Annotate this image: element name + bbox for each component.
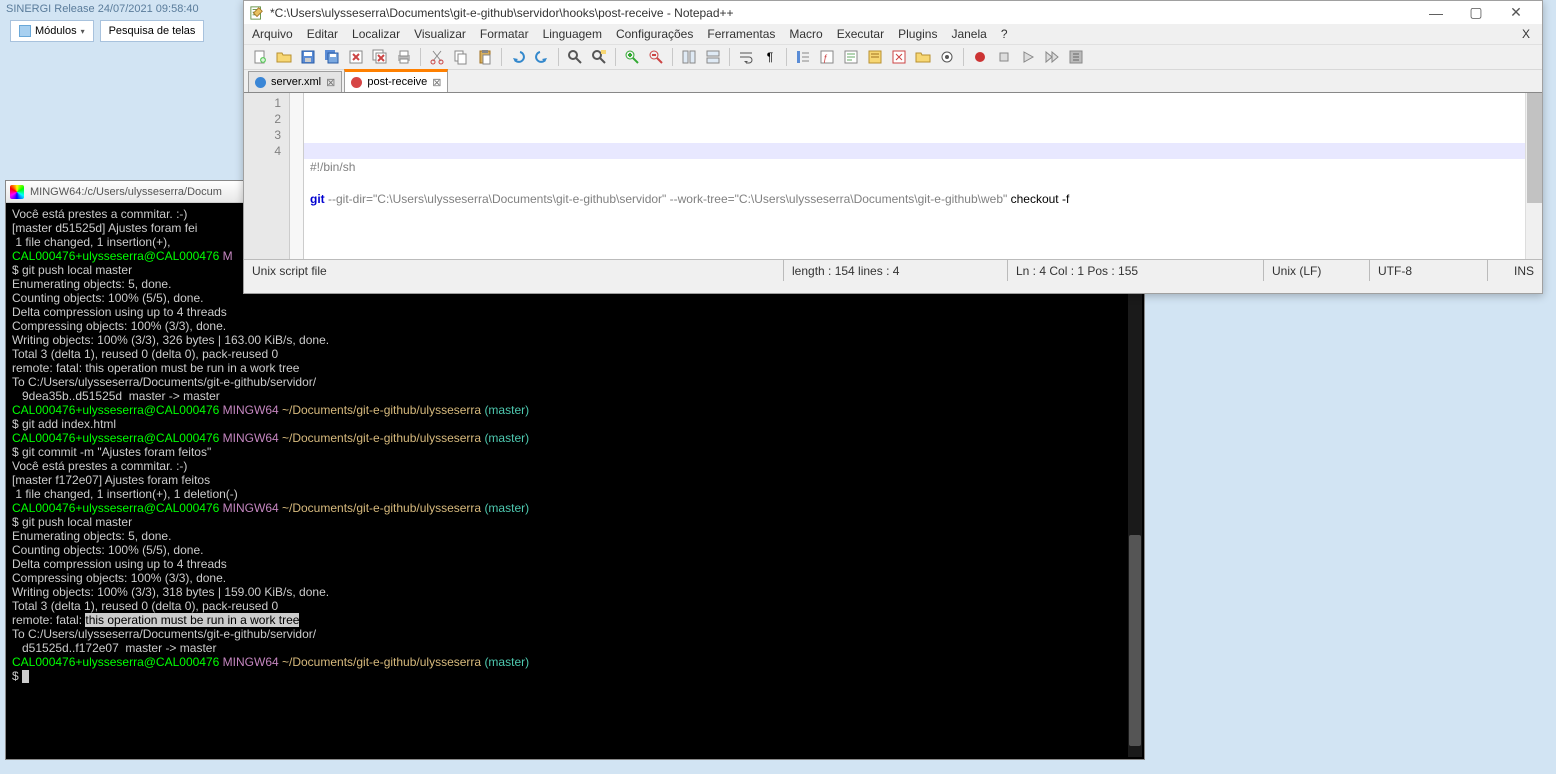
print-icon[interactable] [394, 47, 414, 67]
close-file-icon[interactable] [346, 47, 366, 67]
search-screens-button[interactable]: Pesquisa de telas [100, 20, 205, 42]
notepad-icon [250, 6, 264, 20]
folder-workspace-icon[interactable] [913, 47, 933, 67]
menu-editar[interactable]: Editar [307, 27, 338, 41]
modules-button[interactable]: Módulos▾ [10, 20, 94, 42]
notepad-titlebar[interactable]: *C:\Users\ulysseserra\Documents\git-e-gi… [244, 1, 1542, 24]
notepad-window: *C:\Users\ulysseserra\Documents\git-e-gi… [243, 0, 1543, 294]
menu-formatar[interactable]: Formatar [480, 27, 529, 41]
save-icon[interactable] [298, 47, 318, 67]
play-macro-icon[interactable] [1018, 47, 1038, 67]
menu-janela[interactable]: Janela [951, 27, 986, 41]
fold-margin[interactable] [290, 93, 304, 259]
close-button[interactable]: ✕ [1496, 2, 1536, 24]
editor: 1234 #!/bin/sh git --git-dir="C:\Users\u… [244, 93, 1542, 259]
minimize-button[interactable]: ― [1416, 2, 1456, 24]
menu-?[interactable]: ? [1001, 27, 1008, 41]
close-all-icon[interactable] [370, 47, 390, 67]
menu-configurações[interactable]: Configurações [616, 27, 693, 41]
find-icon[interactable] [565, 47, 585, 67]
file-status-icon [255, 77, 266, 88]
lang-icon[interactable]: ƒ [817, 47, 837, 67]
maximize-button[interactable]: ▢ [1456, 2, 1496, 24]
undo-icon[interactable] [508, 47, 528, 67]
record-macro-icon[interactable] [970, 47, 990, 67]
replace-icon[interactable] [589, 47, 609, 67]
tab-post-receive[interactable]: post-receive⊠ [344, 69, 448, 92]
line-gutter: 1234 [244, 93, 290, 259]
new-file-icon[interactable] [250, 47, 270, 67]
status-pos: Ln : 4 Col : 1 Pos : 155 [1008, 260, 1264, 281]
terminal-title-text: MINGW64:/c/Users/ulysseserra/Docum [30, 186, 222, 198]
code-area[interactable]: #!/bin/sh git --git-dir="C:\Users\ulysse… [304, 93, 1525, 259]
cut-icon[interactable] [427, 47, 447, 67]
fast-macro-icon[interactable] [1042, 47, 1062, 67]
indent-guide-icon[interactable] [793, 47, 813, 67]
menu-bar: Arquivo Editar Localizar Visualizar Formatar… [244, 24, 1542, 44]
tab-close-icon[interactable]: ⊠ [432, 76, 441, 89]
menu-visualizar[interactable]: Visualizar [414, 27, 466, 41]
background-toolbar: Módulos▾ Pesquisa de telas [10, 20, 204, 42]
status-filetype: Unix script file [244, 260, 784, 281]
tab-bar: server.xml⊠post-receive⊠ [244, 70, 1542, 93]
zoom-out-icon[interactable] [646, 47, 666, 67]
redo-icon[interactable] [532, 47, 552, 67]
editor-scrollbar[interactable] [1525, 93, 1542, 259]
menu-localizar[interactable]: Localizar [352, 27, 400, 41]
paste-icon[interactable] [475, 47, 495, 67]
menu-arquivo[interactable]: Arquivo [252, 27, 293, 41]
terminal-icon [10, 185, 24, 199]
menu-linguagem[interactable]: Linguagem [543, 27, 602, 41]
menu-macro[interactable]: Macro [789, 27, 822, 41]
folder-map-icon[interactable] [841, 47, 861, 67]
status-encoding: UTF-8 [1370, 260, 1488, 281]
save-all-icon[interactable] [322, 47, 342, 67]
sync-v-icon[interactable] [679, 47, 699, 67]
file-status-icon [351, 77, 362, 88]
menu-executar[interactable]: Executar [837, 27, 884, 41]
status-eol: Unix (LF) [1264, 260, 1370, 281]
doc-map-icon[interactable] [865, 47, 885, 67]
zoom-in-icon[interactable] [622, 47, 642, 67]
svg-text:ƒ: ƒ [823, 53, 828, 63]
tab-server.xml[interactable]: server.xml⊠ [248, 71, 342, 92]
background-app-title: SINERGI Release 24/07/2021 09:58:40 [0, 0, 240, 17]
sync-h-icon[interactable] [703, 47, 723, 67]
toolbar: ¶ ƒ [244, 44, 1542, 70]
status-insert: INS [1488, 260, 1542, 281]
open-file-icon[interactable] [274, 47, 294, 67]
menu-ferramentas[interactable]: Ferramentas [707, 27, 775, 41]
monitor-icon[interactable] [937, 47, 957, 67]
tab-close-icon[interactable]: ⊠ [326, 76, 335, 89]
copy-icon[interactable] [451, 47, 471, 67]
status-length: length : 154 lines : 4 [784, 260, 1008, 281]
menu-plugins[interactable]: Plugins [898, 27, 937, 41]
save-macro-icon[interactable] [1066, 47, 1086, 67]
func-list-icon[interactable] [889, 47, 909, 67]
wrap-icon[interactable] [736, 47, 756, 67]
menu-close-x[interactable]: X [1522, 27, 1534, 41]
stop-macro-icon[interactable] [994, 47, 1014, 67]
notepad-title-text: *C:\Users\ulysseserra\Documents\git-e-gi… [270, 6, 734, 20]
all-chars-icon[interactable]: ¶ [760, 47, 780, 67]
status-bar: Unix script file length : 154 lines : 4 … [244, 259, 1542, 281]
